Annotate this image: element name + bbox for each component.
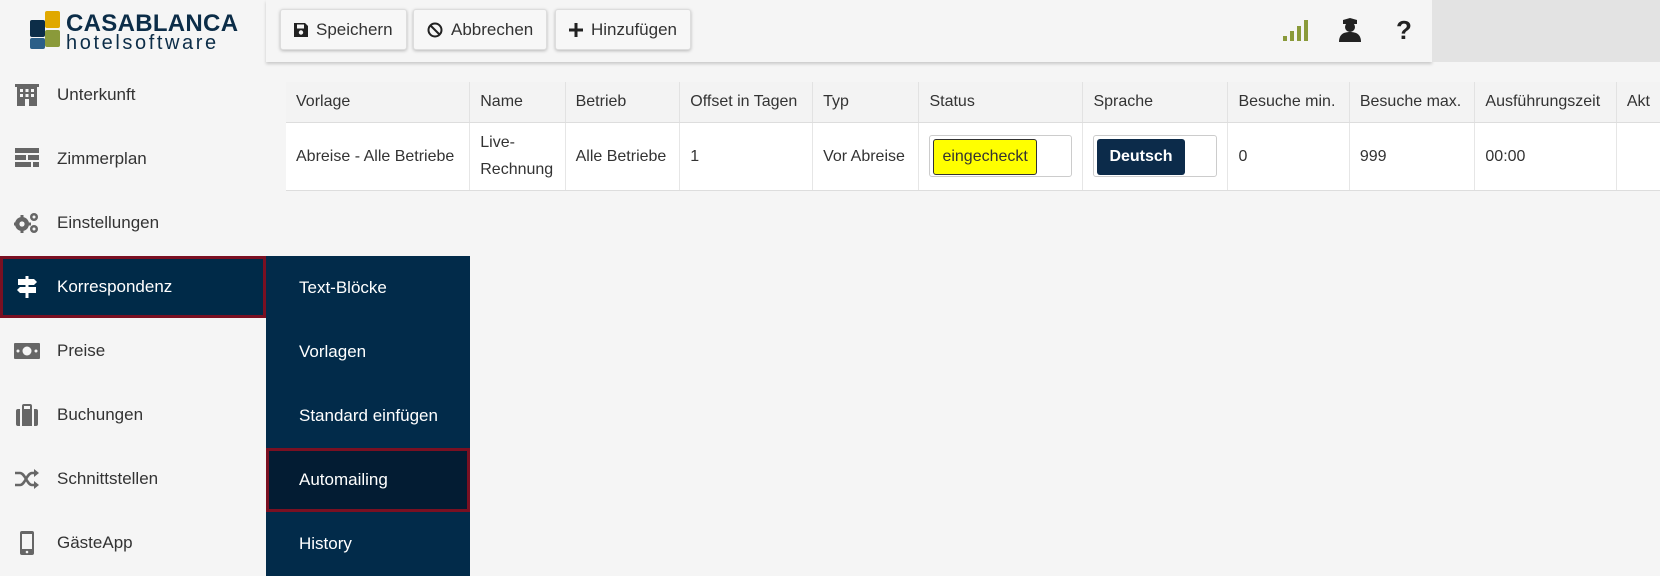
sidebar-item-schnittstellen[interactable]: Schnittstellen (0, 447, 266, 511)
toolbar-spacer (1432, 0, 1660, 62)
cell-ausfuehrungszeit: 00:00 (1474, 122, 1617, 191)
sidebar-item-unterkunft[interactable]: Unterkunft (0, 63, 266, 127)
cell-name-line: Rechnung (480, 161, 554, 178)
sidebar-item-label: Korrespondenz (57, 277, 173, 296)
status-badge: eingecheckt (933, 139, 1037, 175)
automailing-table-container: Vorlage Name Betrieb Offset in Tagen Typ… (286, 82, 1660, 192)
column-header[interactable]: Besuche min. (1227, 82, 1350, 123)
sidebar-item-einstellungen[interactable]: Einstellungen (0, 191, 266, 255)
ban-icon (427, 22, 443, 38)
sidebar-item-preise[interactable]: Preise (0, 319, 266, 383)
sidebar-item-label: Schnittstellen (57, 469, 159, 488)
language-badge: Deutsch (1097, 139, 1185, 175)
submenu-item-label: Vorlagen (299, 342, 367, 361)
cell-aktionen (1616, 122, 1660, 191)
cell-sprache: Deutsch (1082, 122, 1229, 191)
cell-typ: Vor Abreise (812, 122, 920, 191)
gears-icon (14, 210, 40, 236)
sidebar-item-label: Preise (57, 341, 106, 360)
column-header[interactable]: Status (918, 82, 1084, 123)
cell-besuche-max: 999 (1349, 122, 1476, 191)
column-header[interactable]: Vorlage (286, 82, 471, 123)
casablanca-logo[interactable]: CASABLANCA hotelsoftware (30, 10, 240, 54)
plus-icon (569, 22, 583, 37)
column-header[interactable]: Offset in Tagen (679, 82, 814, 123)
building-icon (14, 82, 40, 108)
cancel-button[interactable]: Abbrechen (413, 9, 548, 50)
automailing-table: Vorlage Name Betrieb Offset in Tagen Typ… (286, 82, 1660, 191)
cell-name: Live- Rechnung (469, 122, 566, 191)
user-icon[interactable] (1336, 16, 1364, 44)
submenu-item-label: Automailing (299, 470, 388, 489)
sidebar-item-buchungen[interactable]: Buchungen (0, 383, 266, 447)
cell-besuche-min: 0 (1227, 122, 1350, 191)
column-header[interactable]: Name (469, 82, 566, 123)
submenu-item-label: History (299, 534, 352, 553)
sidebar-item-label: Buchungen (57, 405, 144, 424)
table-header-row: Vorlage Name Betrieb Offset in Tagen Typ… (286, 82, 1660, 123)
column-header[interactable]: Ausführungszeit (1474, 82, 1617, 123)
cell-vorlage: Abreise - Alle Betriebe (286, 122, 471, 191)
room-plan-icon (14, 146, 40, 172)
sidebar: CASABLANCA hotelsoftware Unterkunft Zimm… (0, 0, 266, 576)
cell-offset: 1 (679, 122, 814, 191)
submenu-item-vorlagen[interactable]: Vorlagen (266, 320, 470, 384)
submenu-item-text-bloecke[interactable]: Text-Blöcke (266, 256, 470, 320)
add-button[interactable]: Hinzufügen (555, 9, 692, 50)
money-icon (14, 338, 40, 364)
signal-icon[interactable] (1282, 16, 1310, 44)
korrespondenz-submenu: Text-Blöcke Vorlagen Standard einfügen A… (266, 256, 470, 576)
submenu-item-automailing[interactable]: Automailing (266, 448, 470, 512)
cell-status: eingecheckt (918, 122, 1084, 191)
cell-name-line: Live- (480, 134, 515, 151)
signpost-icon (14, 274, 40, 300)
table-row[interactable]: Abreise - Alle Betriebe Live- Rechnung A… (286, 122, 1660, 191)
cell-betrieb: Alle Betriebe (565, 122, 681, 191)
add-label: Hinzufügen (591, 19, 678, 39)
column-header[interactable]: Typ (812, 82, 920, 123)
shuffle-icon (14, 466, 40, 492)
status-select[interactable]: eingecheckt (929, 135, 1073, 177)
sidebar-item-label: Einstellungen (57, 213, 160, 232)
submenu-item-label: Text-Blöcke (299, 278, 387, 297)
sidebar-item-zimmerplan[interactable]: Zimmerplan (0, 127, 266, 191)
logo-subtitle: hotelsoftware (66, 32, 219, 54)
column-header[interactable]: Besuche max. (1349, 82, 1476, 123)
floppy-disk-icon (294, 22, 308, 37)
logo-mark-icon (30, 11, 62, 49)
save-button[interactable]: Speichern (280, 9, 407, 50)
suitcase-icon (14, 402, 40, 428)
help-icon[interactable]: ? (1390, 15, 1418, 45)
sidebar-item-label: GästeApp (57, 533, 133, 552)
submenu-item-standard-einfuegen[interactable]: Standard einfügen (266, 384, 470, 448)
sidebar-item-korrespondenz[interactable]: Korrespondenz (0, 256, 266, 318)
sidebar-item-label: Unterkunft (57, 85, 136, 104)
column-header[interactable]: Sprache (1082, 82, 1229, 123)
sidebar-item-gaesteapp[interactable]: GästeApp (0, 511, 266, 575)
submenu-item-label: Standard einfügen (299, 406, 438, 425)
toolbar: Speichern Abbrechen Hinzufügen ? (266, 0, 1432, 62)
language-select[interactable]: Deutsch (1093, 135, 1218, 177)
column-header[interactable]: Akt (1616, 82, 1660, 123)
mobile-icon (14, 530, 40, 556)
submenu-item-history[interactable]: History (266, 512, 470, 576)
save-label: Speichern (316, 19, 393, 39)
cancel-label: Abbrechen (451, 19, 534, 39)
column-header[interactable]: Betrieb (565, 82, 681, 123)
sidebar-item-label: Zimmerplan (57, 149, 147, 168)
